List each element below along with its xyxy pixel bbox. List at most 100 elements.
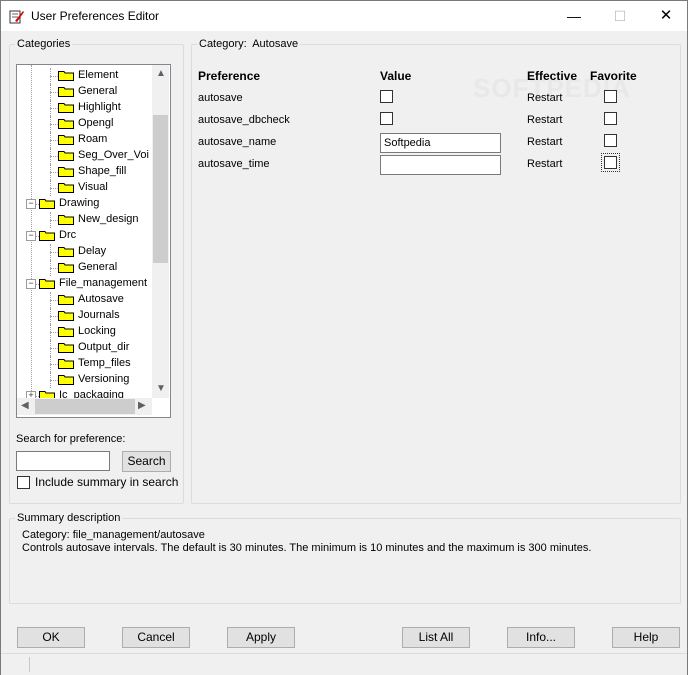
effective-value: Restart bbox=[527, 158, 563, 170]
effective-value: Restart bbox=[527, 136, 563, 148]
tree-item[interactable]: Element bbox=[17, 68, 152, 84]
tree-item[interactable]: − Drawing bbox=[17, 196, 152, 212]
tree-item[interactable]: Locking bbox=[17, 324, 152, 340]
tree-connector-line bbox=[50, 244, 51, 260]
tree-item[interactable]: Output_dir bbox=[17, 340, 152, 356]
autosave-time-input[interactable] bbox=[380, 155, 501, 175]
window: User Preferences Editor — ☐ ✕ Categories… bbox=[0, 0, 688, 675]
tree-item[interactable]: Visual bbox=[17, 180, 152, 196]
scroll-down-arrow-icon[interactable]: ▼ bbox=[156, 383, 166, 394]
tree-item[interactable]: Temp_files bbox=[17, 356, 152, 372]
tree-content: Element General Highlight Opengl Roam Seg_Ove… bbox=[17, 65, 152, 398]
include-summary-checkbox[interactable] bbox=[17, 476, 30, 489]
preference-column-header: Preference bbox=[198, 69, 261, 83]
tree-horizontal-scroll-thumb[interactable] bbox=[35, 399, 135, 414]
scroll-left-arrow-icon[interactable]: ◀ bbox=[21, 400, 29, 411]
tree-horizontal-scrollbar[interactable]: ◀ ▶ bbox=[17, 398, 152, 415]
preference-name: autosave_time bbox=[198, 158, 270, 170]
tree-connector-line bbox=[50, 148, 51, 164]
tree-connector-line bbox=[50, 380, 58, 381]
collapse-icon[interactable]: − bbox=[26, 199, 36, 209]
maximize-button[interactable]: ☐ bbox=[597, 1, 643, 31]
folder-icon bbox=[58, 327, 74, 337]
tree-item[interactable]: Shape_fill bbox=[17, 164, 152, 180]
category-tree[interactable]: Element General Highlight Opengl Roam Seg_Ove… bbox=[16, 64, 171, 418]
tree-connector-line bbox=[50, 108, 58, 109]
tree-item[interactable]: Journals bbox=[17, 308, 152, 324]
tree-vertical-scrollbar[interactable]: ▲ ▼ bbox=[152, 65, 169, 398]
folder-icon bbox=[58, 263, 74, 273]
apply-button[interactable]: Apply bbox=[227, 627, 295, 648]
autosave-dbcheck-value-checkbox[interactable] bbox=[380, 112, 393, 125]
tree-item[interactable]: Seg_Over_Voi bbox=[17, 148, 152, 164]
tree-connector-line bbox=[50, 164, 51, 180]
search-button[interactable]: Search bbox=[122, 451, 171, 472]
tree-item[interactable]: General bbox=[17, 84, 152, 100]
tree-item[interactable]: Roam bbox=[17, 132, 152, 148]
summary-description-line: Controls autosave intervals. The default… bbox=[22, 542, 592, 554]
info-button[interactable]: Info... bbox=[507, 627, 575, 648]
tree-item[interactable]: Opengl bbox=[17, 116, 152, 132]
tree-connector-line bbox=[50, 180, 51, 196]
ok-button[interactable]: OK bbox=[17, 627, 85, 648]
tree-item-label: Output_dir bbox=[78, 341, 130, 353]
close-button[interactable]: ✕ bbox=[643, 1, 688, 31]
list-all-button[interactable]: List All bbox=[402, 627, 470, 648]
tree-item-label: Drc bbox=[59, 229, 77, 241]
tree-item-label: Element bbox=[78, 69, 119, 81]
status-separator bbox=[29, 657, 30, 672]
tree-item[interactable]: Delay bbox=[17, 244, 152, 260]
folder-icon bbox=[39, 199, 55, 209]
tree-item-label: New_design bbox=[78, 213, 139, 225]
category-heading: Category: Autosave bbox=[197, 38, 301, 50]
preference-name: autosave bbox=[198, 92, 243, 104]
tree-item[interactable]: − File_management bbox=[17, 276, 152, 292]
tree-connector-line bbox=[50, 316, 58, 317]
tree-item[interactable]: Versioning bbox=[17, 372, 152, 388]
preference-name: autosave_dbcheck bbox=[198, 114, 290, 126]
autosave-name-input[interactable] bbox=[380, 133, 501, 153]
folder-icon bbox=[58, 103, 74, 113]
search-input[interactable] bbox=[16, 451, 110, 471]
tree-connector-line bbox=[50, 84, 51, 100]
favorite-checkbox[interactable] bbox=[604, 112, 617, 125]
minimize-button[interactable]: — bbox=[551, 1, 597, 31]
tree-connector-line bbox=[50, 212, 51, 228]
favorite-checkbox[interactable] bbox=[604, 90, 617, 103]
tree-item-label: Journals bbox=[78, 309, 120, 321]
favorite-checkbox[interactable] bbox=[604, 134, 617, 147]
categories-label: Categories bbox=[15, 38, 73, 50]
tree-item[interactable]: New_design bbox=[17, 212, 152, 228]
tree-connector-line bbox=[50, 140, 58, 141]
tree-connector-line bbox=[50, 172, 58, 173]
tree-item-label: Opengl bbox=[78, 117, 114, 129]
help-button[interactable]: Help bbox=[612, 627, 680, 648]
tree-connector-line bbox=[50, 188, 58, 189]
folder-icon bbox=[58, 295, 74, 305]
collapse-icon[interactable]: − bbox=[26, 231, 36, 241]
tree-vertical-scroll-thumb[interactable] bbox=[153, 115, 168, 263]
search-label: Search for preference: bbox=[16, 433, 126, 445]
expand-icon[interactable]: + bbox=[26, 391, 36, 398]
tree-item[interactable]: Highlight bbox=[17, 100, 152, 116]
tree-item[interactable]: − Drc bbox=[17, 228, 152, 244]
tree-connector-line bbox=[50, 300, 58, 301]
tree-item-label: Drawing bbox=[59, 197, 100, 209]
tree-item[interactable]: + Ic_packaging bbox=[17, 388, 152, 398]
favorite-checkbox[interactable] bbox=[601, 153, 620, 172]
tree-connector-line bbox=[50, 132, 51, 148]
cancel-button[interactable]: Cancel bbox=[122, 627, 190, 648]
collapse-icon[interactable]: − bbox=[26, 279, 36, 289]
tree-item-label: Locking bbox=[78, 325, 116, 337]
folder-icon bbox=[58, 167, 74, 177]
tree-item[interactable]: General bbox=[17, 260, 152, 276]
tree-connector-line bbox=[50, 76, 58, 77]
scroll-up-arrow-icon[interactable]: ▲ bbox=[156, 68, 166, 79]
folder-icon bbox=[58, 135, 74, 145]
tree-item[interactable]: Autosave bbox=[17, 292, 152, 308]
effective-value: Restart bbox=[527, 114, 563, 126]
tree-connector-line bbox=[50, 268, 58, 269]
autosave-value-checkbox[interactable] bbox=[380, 90, 393, 103]
effective-value: Restart bbox=[527, 92, 563, 104]
scroll-right-arrow-icon[interactable]: ▶ bbox=[138, 400, 146, 411]
